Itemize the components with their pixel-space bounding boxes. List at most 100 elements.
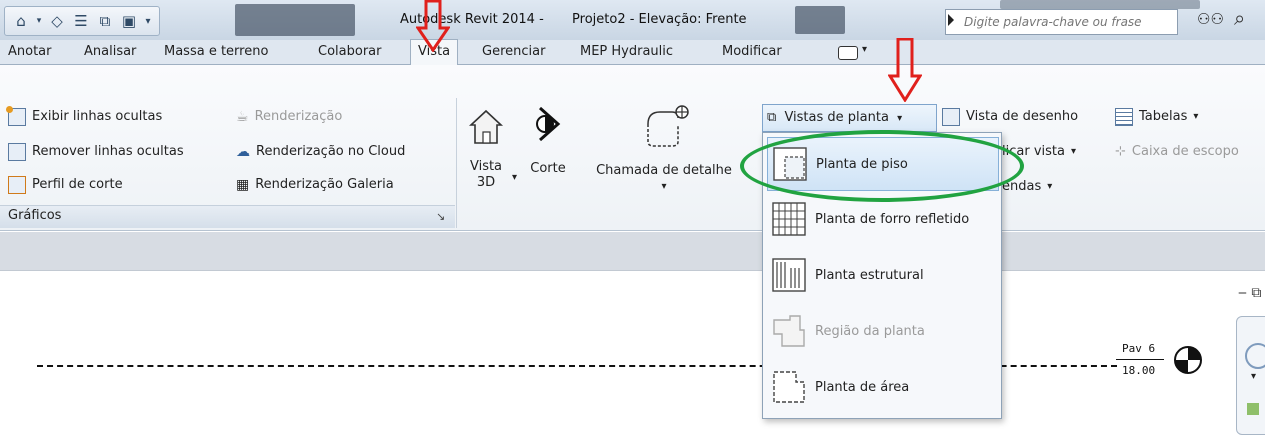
cut-profile-icon — [8, 176, 26, 194]
house-icon — [468, 109, 504, 144]
legendas-dropdown-icon: ▾ — [1047, 181, 1053, 192]
window-icon[interactable]: ▣ — [119, 11, 139, 31]
tab-gerenciar[interactable]: Gerenciar — [482, 40, 545, 64]
panel-footer-graficos: Gráficos ↘ — [0, 205, 455, 228]
ribbon-item-label: Perfil de corte — [32, 177, 123, 192]
level-head-icon[interactable] — [1173, 345, 1203, 375]
area-plan-icon — [767, 365, 811, 409]
ribbon-item-label: Exibir linhas ocultas — [32, 109, 163, 124]
drafting-view-icon — [942, 108, 960, 126]
quick-access-toolbar: ⌂ ▾ ◇ ☰ ⧉ ▣ ▾ — [4, 6, 160, 36]
vista-3d-button[interactable]: Vista 3D — [462, 108, 510, 191]
vista-3d-dropdown-icon[interactable]: ▾ — [512, 172, 517, 183]
vista-3d-label-2: 3D — [476, 175, 496, 190]
gallery-icon: ▦ — [236, 177, 250, 193]
vistas-planta-label: Vistas de planta — [784, 110, 889, 125]
level-name[interactable]: Pav 6 — [1122, 342, 1155, 355]
plan-region-icon — [767, 309, 811, 353]
highlight-ellipse — [740, 130, 1024, 202]
steering-wheel-icon[interactable] — [1245, 343, 1265, 369]
show-hidden-lines-icon — [6, 106, 26, 126]
title-bar-blur-3 — [1000, 0, 1200, 9]
menu-item-label: Planta de forro refletido — [815, 211, 970, 227]
ribbon-tabs: Anotar Analisar Massa e terreno Colabora… — [0, 39, 1265, 66]
ribbon-item-label: Renderização no Cloud — [256, 144, 406, 159]
level-label-rule — [1116, 359, 1164, 360]
reflected-ceiling-icon — [767, 197, 811, 241]
ribbon-item-render-cloud[interactable]: ☁ Renderização no Cloud — [236, 141, 405, 163]
ribbon-item-renderizacao: ☕ Renderização — [236, 106, 342, 128]
nav-dropdown-icon[interactable]: ▾ — [1251, 371, 1256, 382]
menu-item-regiao-planta: Região da planta — [767, 305, 997, 357]
menu-item-planta-area[interactable]: Planta de área — [767, 361, 997, 413]
chamada-dropdown-icon[interactable]: ▾ — [584, 179, 744, 195]
vistas-planta-dropdown-icon: ▾ — [897, 113, 903, 124]
panel-launcher-icon[interactable]: ↘ — [436, 210, 445, 223]
plan-views-icon: ⧉ — [767, 110, 777, 125]
tab-anotar[interactable]: Anotar — [8, 40, 52, 64]
navigation-bar[interactable]: ▾ — [1236, 316, 1265, 435]
corte-button[interactable]: Corte — [522, 104, 574, 177]
vistas-planta-button[interactable]: ⧉ Vistas de planta ▾ — [762, 104, 937, 132]
ribbon-item-label: Tabelas — [1139, 109, 1188, 124]
annotation-arrow-icon — [416, 0, 450, 52]
tab-mep-hydraulic[interactable]: MEP Hydraulic — [580, 40, 673, 64]
menu-item-label: Planta de área — [815, 379, 910, 395]
view-window-controls: ‒ ⧉ — [1238, 285, 1261, 301]
restore-icon[interactable]: ⧉ — [1251, 285, 1261, 301]
ribbon-item-vista-desenho[interactable]: Vista de desenho — [942, 106, 1078, 128]
scope-box-icon: ⊹ — [1115, 144, 1126, 159]
teapot-icon: ☕ — [236, 109, 249, 125]
binoculars-icon[interactable]: ⚇⚇ — [1197, 10, 1224, 28]
title-bar-blur — [235, 4, 355, 36]
menu-item-planta-estrutural[interactable]: Planta estrutural — [767, 249, 997, 301]
callout-icon — [647, 105, 689, 147]
home-icon[interactable]: ⌂ — [11, 11, 31, 31]
panel-label: Gráficos — [8, 208, 62, 223]
level-elevation[interactable]: 18.00 — [1122, 364, 1155, 377]
tab-massa-terreno[interactable]: Massa e terreno — [164, 40, 268, 64]
search-input[interactable] — [962, 10, 1176, 34]
panel-divider — [456, 98, 457, 228]
window-title: Autodesk Revit 2014 - Projeto2 - Elevaçã… — [400, 9, 747, 31]
ribbon-item-perfil-corte[interactable]: Perfil de corte — [8, 174, 123, 196]
drawing-canvas[interactable] — [0, 271, 1265, 433]
menu-item-label: Planta estrutural — [815, 267, 924, 283]
dropdown-arrow-icon[interactable]: ▾ — [35, 11, 43, 31]
chamada-detalhe-button[interactable]: Chamada de detalhe ▾ — [584, 102, 744, 195]
zoom-icon[interactable] — [1247, 403, 1259, 415]
section-icon — [536, 106, 561, 142]
vista-3d-label-1: Vista — [469, 159, 503, 174]
ribbon-item-label: Remover linhas ocultas — [32, 144, 184, 159]
customize-qat-icon[interactable]: ▾ — [143, 11, 153, 31]
magnifier-icon[interactable]: ⌕ — [1234, 6, 1245, 30]
search-box[interactable] — [945, 9, 1178, 35]
tab-modificar[interactable]: Modificar — [722, 40, 782, 64]
ribbon-item-render-galeria[interactable]: ▦ Renderização Galeria — [236, 174, 394, 196]
corte-label: Corte — [530, 161, 566, 176]
annotation-arrow-icon-2 — [888, 38, 922, 102]
search-expand-icon[interactable] — [948, 14, 954, 26]
ribbon-minimize-arrow-icon[interactable]: ▾ — [862, 44, 867, 55]
ribbon-item-label: Caixa de escopo — [1131, 144, 1239, 159]
sync-icon[interactable]: ⧉ — [95, 11, 115, 31]
duplicar-dropdown-icon: ▾ — [1070, 146, 1076, 157]
ribbon-item-caixa-escopo: ⊹ Caixa de escopo — [1115, 141, 1239, 163]
align-icon[interactable]: ☰ — [71, 11, 91, 31]
remove-hidden-lines-icon — [8, 143, 26, 161]
tabelas-dropdown-icon: ▾ — [1193, 111, 1199, 122]
title-bar-blur-2 — [795, 6, 845, 34]
ribbon-item-remover-linhas[interactable]: Remover linhas ocultas — [8, 141, 184, 163]
ribbon-item-exibir-linhas[interactable]: Exibir linhas ocultas — [6, 106, 163, 128]
cloud-render-icon: ☁ — [236, 144, 250, 160]
ribbon-item-label: Renderização — [254, 109, 343, 124]
minimize-icon[interactable]: ‒ — [1238, 285, 1247, 301]
ribbon-item-label: Vista de desenho — [966, 109, 1079, 124]
ribbon-item-tabelas[interactable]: Tabelas ▾ — [1115, 106, 1198, 128]
menu-item-label: Região da planta — [815, 323, 925, 339]
measure-icon[interactable]: ◇ — [47, 11, 67, 31]
ribbon-item-label: Renderização Galeria — [255, 177, 394, 192]
tab-colaborar[interactable]: Colaborar — [318, 40, 381, 64]
tab-analisar[interactable]: Analisar — [84, 40, 136, 64]
ribbon-minimize-icon[interactable] — [838, 46, 858, 60]
